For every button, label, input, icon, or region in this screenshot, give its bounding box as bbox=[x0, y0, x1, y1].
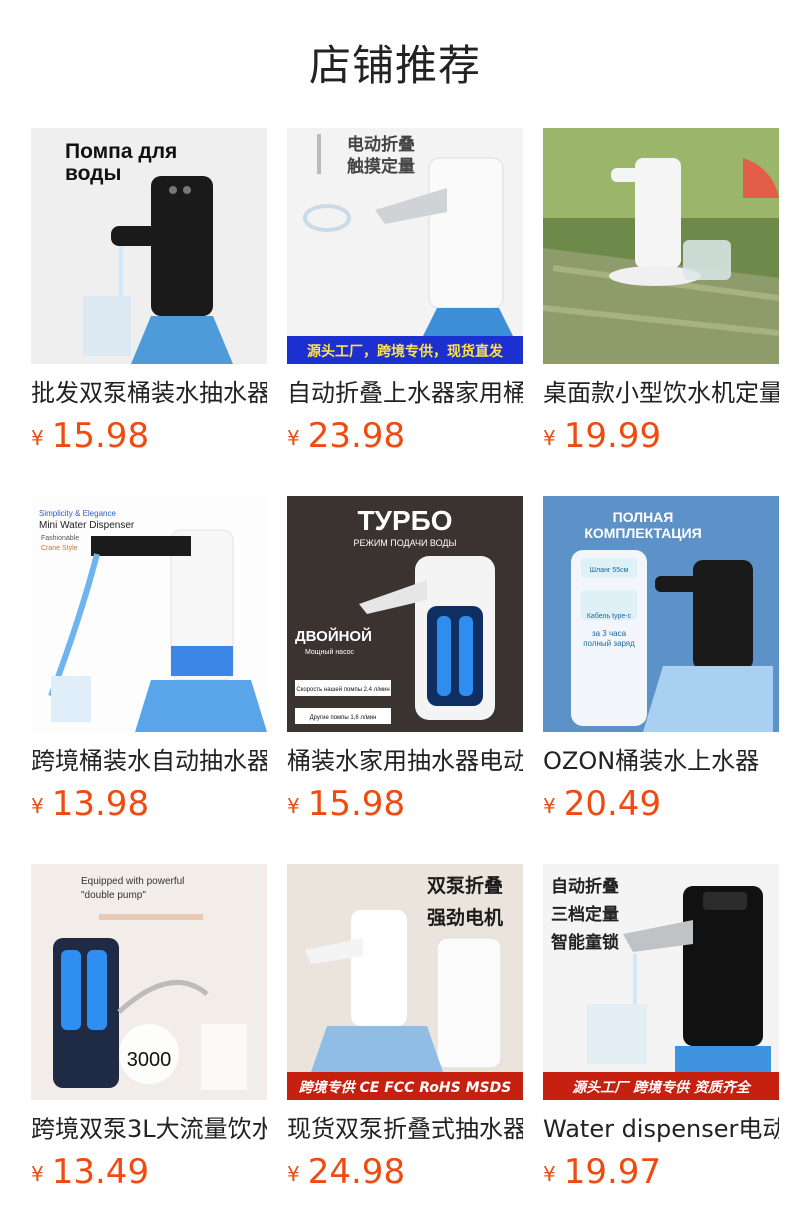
price-amount: 13.98 bbox=[51, 784, 150, 824]
product-name[interactable]: 桌面款小型饮水机定量 bbox=[543, 376, 779, 410]
product-name[interactable]: Water dispenser电动 bbox=[543, 1112, 779, 1146]
currency-symbol: ¥ bbox=[287, 426, 300, 450]
currency-symbol: ¥ bbox=[543, 426, 556, 450]
product-price: ¥13.49 bbox=[31, 1152, 149, 1192]
image-text: 触摸定量 bbox=[346, 156, 415, 177]
price-amount: 15.98 bbox=[307, 784, 406, 824]
product-name[interactable]: 桶装水家用抽水器电动 bbox=[287, 744, 523, 778]
price-amount: 19.99 bbox=[563, 416, 662, 456]
product-price: ¥15.98 bbox=[31, 416, 149, 456]
image-text: 电动折叠 bbox=[347, 134, 415, 155]
product-price: ¥19.97 bbox=[543, 1152, 661, 1192]
currency-symbol: ¥ bbox=[31, 426, 44, 450]
image-text: Кабель type-c bbox=[587, 612, 632, 620]
product-image[interactable]: ТУРБО РЕЖИМ ПОДАЧИ ВОДЫ ДВОЙНОЙ Мощный н… bbox=[287, 496, 523, 732]
product-name[interactable]: 现货双泵折叠式抽水器 bbox=[287, 1112, 523, 1146]
product-name[interactable]: 跨境双泵3L大流量饮水 bbox=[31, 1112, 267, 1146]
image-text: за 3 часа bbox=[592, 629, 627, 638]
image-text: Simplicity & Elegance bbox=[39, 509, 116, 518]
image-text: "double pump" bbox=[81, 890, 146, 901]
image-text: 三档定量 bbox=[551, 904, 619, 925]
price-amount: 15.98 bbox=[51, 416, 150, 456]
image-text: ДВОЙНОЙ bbox=[295, 627, 372, 645]
image-text: ТУРБО bbox=[357, 505, 452, 536]
image-text: воды bbox=[65, 162, 121, 185]
product-price: ¥20.49 bbox=[543, 784, 661, 824]
product-name[interactable]: 批发双泵桶装水抽水器 bbox=[31, 376, 267, 410]
currency-symbol: ¥ bbox=[287, 1162, 300, 1186]
currency-symbol: ¥ bbox=[31, 1162, 44, 1186]
product-price: ¥23.98 bbox=[287, 416, 405, 456]
image-text: 自动折叠 bbox=[551, 876, 619, 897]
image-text: 双泵折叠 bbox=[427, 875, 503, 897]
image-text: ПОЛНАЯ bbox=[613, 509, 674, 525]
image-text: РЕЖИМ ПОДАЧИ ВОДЫ bbox=[354, 538, 457, 548]
image-text: полный заряд bbox=[583, 639, 635, 648]
price-amount: 19.97 bbox=[563, 1152, 662, 1192]
image-text: Mini Water Dispenser bbox=[39, 520, 135, 531]
product-price: ¥15.98 bbox=[287, 784, 405, 824]
product-image[interactable]: 双泵折叠 强劲电机 跨境专供 CE FCC RoHS MSDS bbox=[287, 864, 523, 1100]
product-image[interactable]: Simplicity & Elegance Mini Water Dispens… bbox=[31, 496, 267, 732]
product-image[interactable]: ПОЛНАЯ КОМПЛЕКТАЦИЯ Шланг 55см Кабель ty… bbox=[543, 496, 779, 732]
image-caption: 源头工厂，跨境专供，现货直发 bbox=[307, 343, 504, 360]
price-amount: 20.49 bbox=[563, 784, 662, 824]
image-text: Шланг 55см bbox=[590, 567, 629, 574]
product-image[interactable]: Помпа для воды bbox=[31, 128, 267, 364]
product-name[interactable]: OZON桶装水上水器 bbox=[543, 744, 779, 778]
currency-symbol: ¥ bbox=[543, 794, 556, 818]
image-text: 3000 bbox=[127, 1049, 172, 1071]
section-title: 店铺推荐 bbox=[308, 41, 481, 90]
image-text: Fashionable bbox=[41, 535, 79, 542]
product-price: ¥24.98 bbox=[287, 1152, 405, 1192]
image-caption: 跨境专供 CE FCC RoHS MSDS bbox=[299, 1079, 512, 1096]
image-caption: 源头工厂 跨境专供 资质齐全 bbox=[572, 1079, 752, 1096]
price-amount: 13.49 bbox=[51, 1152, 150, 1192]
price-amount: 24.98 bbox=[307, 1152, 406, 1192]
product-name[interactable]: 自动折叠上水器家用桶 bbox=[287, 376, 523, 410]
image-text: Другие помпы 1,6 л/мин bbox=[310, 715, 377, 721]
image-text: 智能童锁 bbox=[551, 932, 619, 953]
image-text: КОМПЛЕКТАЦИЯ bbox=[584, 525, 701, 541]
currency-symbol: ¥ bbox=[287, 794, 300, 818]
product-image[interactable] bbox=[543, 128, 779, 364]
image-text: 强劲电机 bbox=[427, 906, 503, 929]
image-text: Помпа для bbox=[65, 140, 177, 163]
product-name[interactable]: 跨境桶装水自动抽水器 bbox=[31, 744, 267, 778]
currency-symbol: ¥ bbox=[31, 794, 44, 818]
image-text: Equipped with powerful bbox=[81, 876, 184, 887]
image-text: Crane Style bbox=[41, 545, 78, 552]
product-image[interactable]: 自动折叠 三档定量 智能童锁 源头工厂 跨境专供 资质齐全 bbox=[543, 864, 779, 1100]
price-amount: 23.98 bbox=[307, 416, 406, 456]
product-image[interactable]: Equipped with powerful "double pump" 300… bbox=[31, 864, 267, 1100]
product-price: ¥19.99 bbox=[543, 416, 661, 456]
image-text: Скорость нашей помпы 2,4 л/мин bbox=[296, 686, 389, 693]
currency-symbol: ¥ bbox=[543, 1162, 556, 1186]
product-price: ¥13.98 bbox=[31, 784, 149, 824]
product-image[interactable]: 电动折叠 触摸定量 源头工厂，跨境专供，现货直发 bbox=[287, 128, 523, 364]
image-text: Мощный насос bbox=[305, 648, 355, 656]
